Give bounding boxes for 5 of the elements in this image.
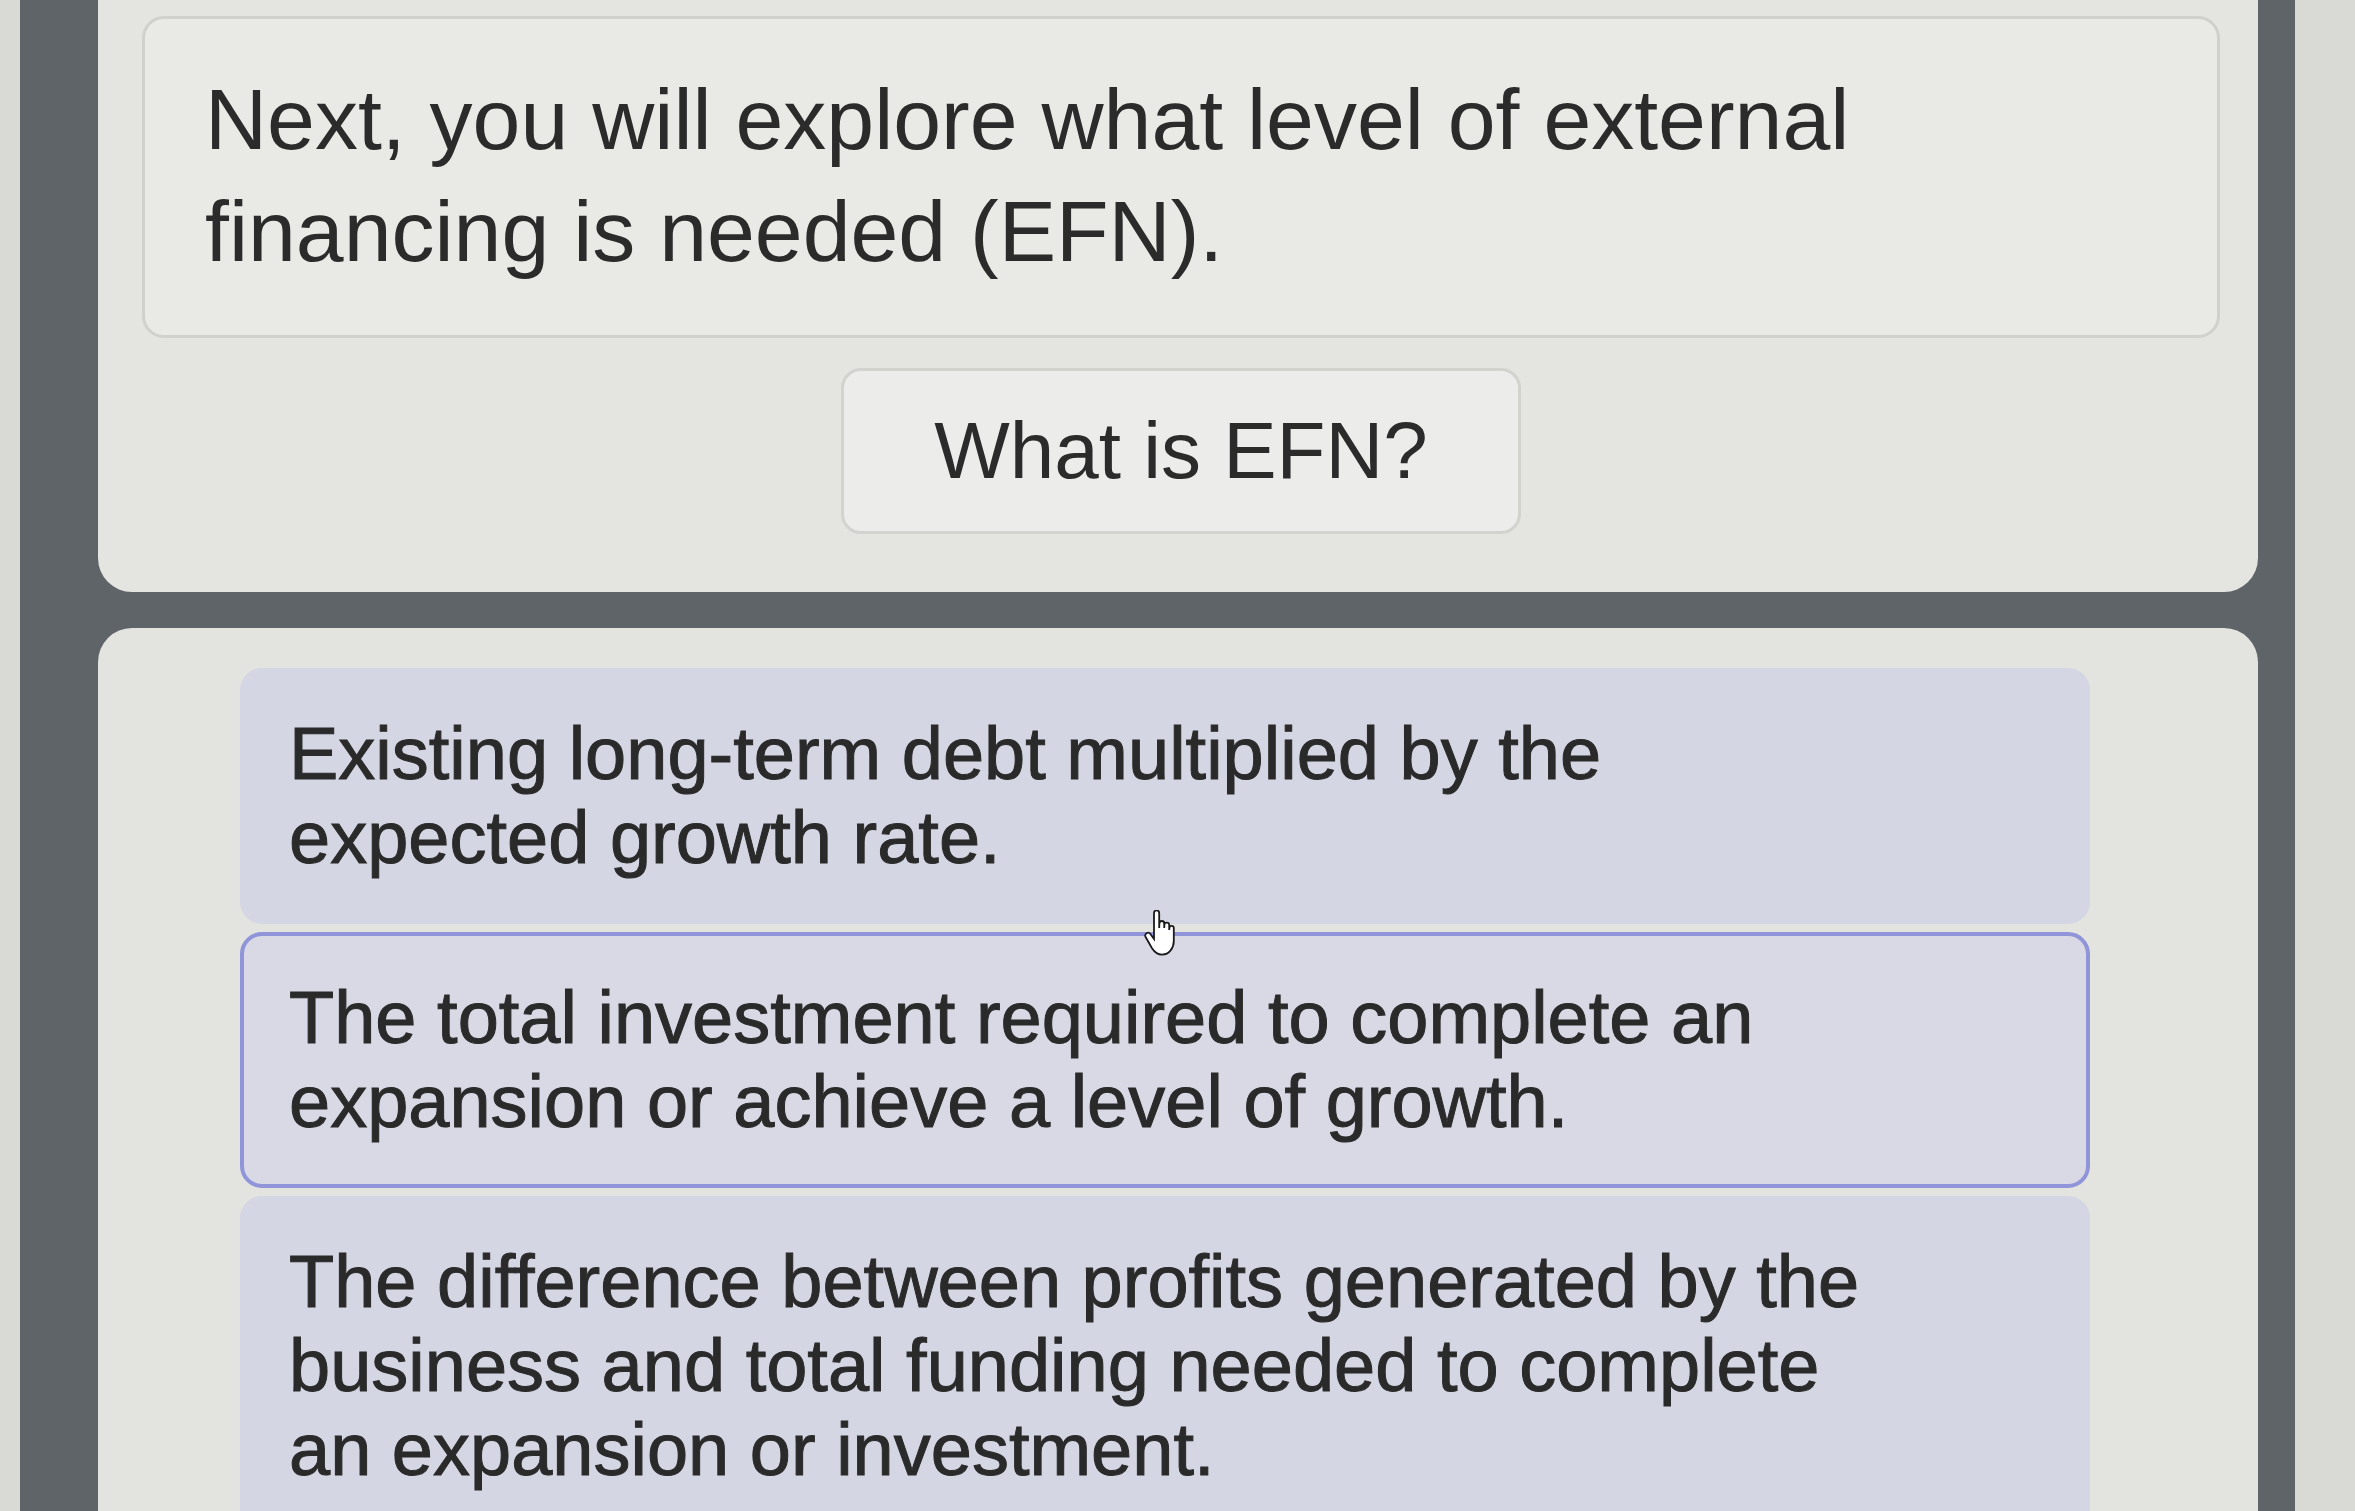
hand-pointer-icon bbox=[1144, 910, 1178, 956]
intro-text: Next, you will explore what level of external financing is needed (EFN). bbox=[142, 16, 2220, 338]
answer-option[interactable]: The difference between profits generated by the business and total funding needed to complete an expansion or investment. bbox=[240, 1196, 2090, 1511]
answer-option[interactable]: Existing long-term debt multiplied by the expected growth rate. bbox=[240, 668, 2090, 924]
question-button[interactable]: What is EFN? bbox=[841, 368, 1521, 534]
